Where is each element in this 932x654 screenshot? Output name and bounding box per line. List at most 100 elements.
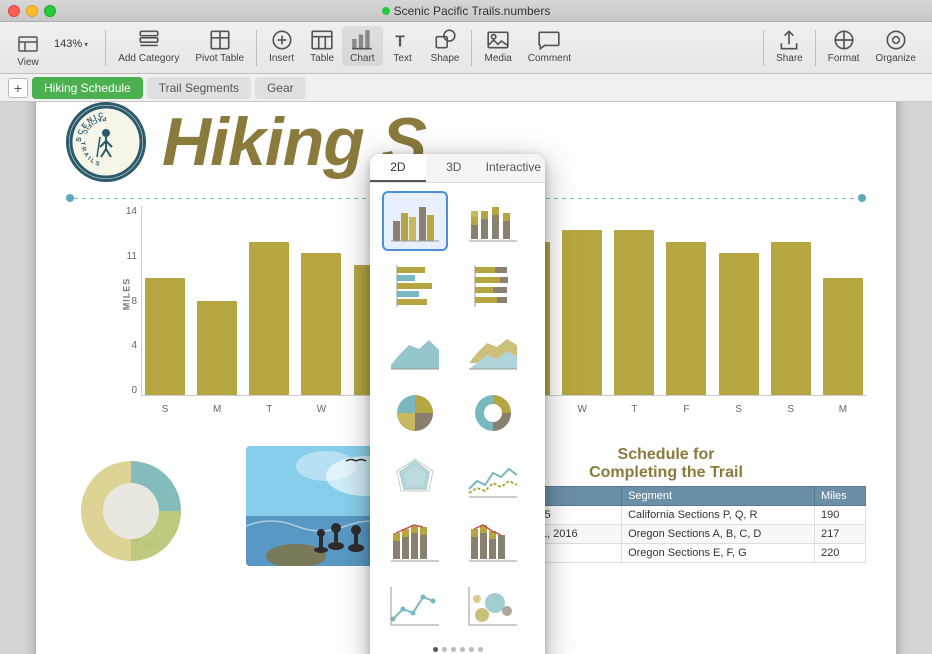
- table-cell-segment: Oregon Sections A, B, C, D: [622, 525, 815, 544]
- organize-icon: [884, 28, 908, 52]
- tab-hiking-schedule[interactable]: Hiking Schedule: [32, 77, 143, 99]
- toolbar-separator-1: [105, 30, 106, 66]
- bar: 10: [823, 278, 863, 395]
- chart-icon: [350, 28, 374, 52]
- chart-option-area[interactable]: [382, 319, 448, 379]
- toolbar-separator-2: [256, 30, 257, 66]
- table-cell-segment: California Sections P, Q, R: [622, 506, 815, 525]
- zoom-chevron: ▾: [84, 40, 88, 49]
- bar-value-label: 14: [577, 214, 587, 224]
- bar: 14: [562, 230, 602, 395]
- tab-trail-segments[interactable]: Trail Segments: [147, 77, 251, 99]
- table-icon: [310, 28, 334, 52]
- bar-group: 12S: [716, 206, 762, 395]
- bar-day-label: F: [683, 404, 689, 415]
- shape-icon: [433, 28, 457, 52]
- bar-value-label: 10: [838, 262, 848, 272]
- shape-button[interactable]: Shape: [423, 26, 468, 66]
- organize-button[interactable]: Organize: [867, 26, 924, 66]
- traffic-lights: [8, 5, 56, 17]
- chart-option-hbar-stacked[interactable]: [460, 255, 526, 315]
- pie-section: Percentage of Trail: [66, 446, 226, 566]
- bar-group: 8M: [194, 206, 240, 395]
- tab-gear[interactable]: Gear: [255, 77, 306, 99]
- view-button[interactable]: View: [8, 30, 48, 70]
- tab-interactive[interactable]: Interactive: [482, 154, 545, 182]
- chart-option-bar-grouped[interactable]: [382, 191, 448, 251]
- add-sheet-button[interactable]: +: [8, 78, 28, 98]
- chart-option-donut[interactable]: [460, 383, 526, 443]
- bar: 13: [249, 242, 289, 395]
- bar-day-label: T: [266, 404, 272, 415]
- chart-option-radar[interactable]: [382, 447, 448, 507]
- format-icon: [832, 28, 856, 52]
- minimize-button[interactable]: [26, 5, 38, 17]
- bar-day-label: S: [787, 404, 794, 415]
- svg-text:T: T: [395, 34, 405, 51]
- table-button[interactable]: Table: [302, 26, 342, 66]
- logo: SCENIC PACIFIC TRAILS: [66, 102, 146, 182]
- chart-option-bar-trend[interactable]: [382, 511, 448, 571]
- chart-option-bar-stacked[interactable]: [460, 191, 526, 251]
- toolbar: View 143% ▾ ▾ Add Category: [0, 22, 932, 74]
- dot-1: [433, 647, 438, 652]
- col-miles: Miles: [814, 487, 865, 506]
- media-icon: [486, 28, 510, 52]
- share-button[interactable]: Share: [768, 26, 811, 66]
- bar-value-label: 13: [264, 226, 274, 236]
- chart-picker: 2D 3D Interactive ‹ ›: [370, 154, 545, 654]
- view-zoom-area: View 143% ▾ ▾: [8, 26, 101, 70]
- chart-option-hbar-grouped[interactable]: [382, 255, 448, 315]
- table-cell-segment: Oregon Sections E, F, G: [622, 544, 815, 563]
- bar-day-label: M: [213, 404, 221, 415]
- insert-icon: [270, 28, 294, 52]
- chart-option-scatter-line[interactable]: [382, 575, 448, 635]
- bar: 8: [197, 301, 237, 395]
- text-button[interactable]: T Text: [383, 26, 423, 66]
- y-axis-title: MILES: [121, 278, 131, 311]
- bar: 13: [666, 242, 706, 395]
- dot-3: [451, 647, 456, 652]
- picker-tabs: 2D 3D Interactive: [370, 154, 545, 183]
- toolbar-right: Share Format Organize: [759, 26, 924, 66]
- bar-group: 14W: [559, 206, 605, 395]
- bar-day-label: S: [735, 404, 742, 415]
- insert-button[interactable]: Insert: [261, 26, 302, 66]
- col-segment: Segment: [622, 487, 815, 506]
- bar-day-label: W: [317, 404, 326, 415]
- dot-6: [478, 647, 483, 652]
- zoom-button[interactable]: 143% ▾ ▾: [48, 30, 101, 52]
- tab-2d[interactable]: 2D: [370, 154, 426, 182]
- title-dot: [382, 7, 390, 15]
- chart-option-bar-trend-2[interactable]: [460, 511, 526, 571]
- bar-group: 13S: [768, 206, 814, 395]
- dot-2: [442, 647, 447, 652]
- picker-pagination: [370, 647, 545, 652]
- main-content: SCENIC PACIFIC TRAILS: [0, 102, 932, 654]
- media-button[interactable]: Media: [476, 26, 519, 66]
- chart-option-bubble[interactable]: [460, 575, 526, 635]
- bar-day-label: T: [631, 404, 637, 415]
- bar-group: 10S: [142, 206, 188, 395]
- bar-day-label: S: [162, 404, 169, 415]
- add-category-icon: [137, 28, 161, 52]
- add-category-button[interactable]: Add Category: [110, 26, 187, 66]
- bar-group: 14T: [611, 206, 657, 395]
- chart-button[interactable]: Chart: [342, 26, 382, 66]
- title-bar: Scenic Pacific Trails.numbers: [0, 0, 932, 22]
- share-icon: [777, 28, 801, 52]
- bar-value-label: 10: [160, 262, 170, 272]
- dot-right: [858, 194, 866, 202]
- chart-option-pie[interactable]: [382, 383, 448, 443]
- pivot-table-icon: [208, 28, 232, 52]
- chart-option-area-stacked[interactable]: [460, 319, 526, 379]
- pivot-table-button[interactable]: Pivot Table: [187, 26, 252, 66]
- dot-5: [469, 647, 474, 652]
- close-button[interactable]: [8, 5, 20, 17]
- tab-3d[interactable]: 3D: [426, 154, 482, 182]
- maximize-button[interactable]: [44, 5, 56, 17]
- format-button[interactable]: Format: [820, 26, 868, 66]
- bar-value-label: 8: [215, 285, 220, 295]
- comment-button[interactable]: Comment: [520, 26, 579, 66]
- chart-option-line[interactable]: [460, 447, 526, 507]
